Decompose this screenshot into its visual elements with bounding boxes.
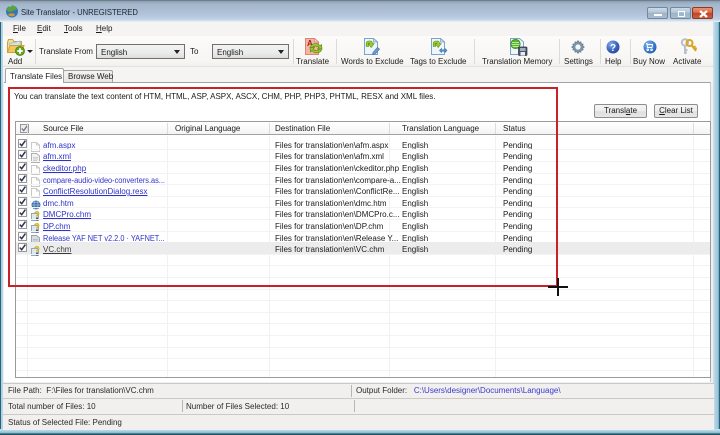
svg-text:?: ? bbox=[610, 43, 616, 54]
